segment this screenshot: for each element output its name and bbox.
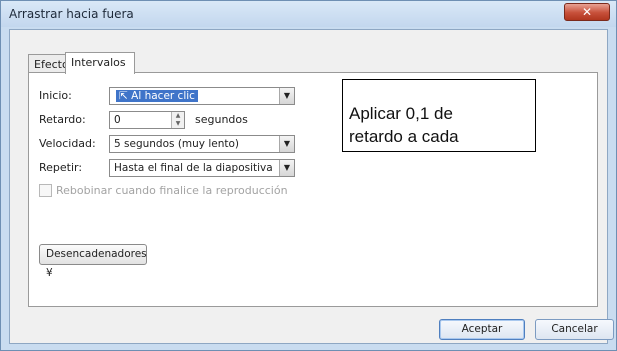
annotation-line-2: retardo a cada (349, 127, 459, 146)
tab-efecto-label: Efecto (34, 58, 69, 71)
inicio-value: ⇱ Al hacer clic (116, 90, 198, 102)
close-button[interactable]: ✕ (564, 3, 610, 21)
triggers-button[interactable]: Desencadenadores ¥ (39, 244, 147, 279)
rebobinar-label: Rebobinar cuando finalice la reproducció… (56, 184, 288, 197)
tab-efecto[interactable]: Efecto (28, 54, 69, 73)
dialog-title: Arrastrar hacia fuera (9, 7, 134, 21)
repetir-value: Hasta el final de la diapositiva (114, 162, 273, 174)
tab-intervalos-label: Intervalos (71, 56, 126, 69)
dialog-window: Arrastrar hacia fuera ✕ Efecto Intervalo… (0, 0, 617, 351)
repetir-select[interactable]: Hasta el final de la diapositiva ▼ (109, 159, 295, 177)
cancel-button[interactable]: Cancelar (535, 319, 614, 340)
chevron-down-icon[interactable]: ▼ (279, 88, 294, 104)
annotation-line-1: Aplicar 0,1 de (349, 104, 453, 123)
retardo-value: 0 (114, 114, 121, 126)
chevron-down-icon[interactable]: ▼ (279, 136, 294, 152)
velocidad-value: 5 segundos (muy lento) (114, 138, 240, 150)
title-bar[interactable]: Arrastrar hacia fuera ✕ (1, 1, 616, 27)
mouse-click-icon: ⇱ (119, 90, 132, 102)
rebobinar-checkbox[interactable] (39, 184, 52, 197)
velocidad-select[interactable]: 5 segundos (muy lento) ▼ (109, 135, 295, 153)
inicio-value-text: Al hacer clic (131, 90, 195, 102)
spinner-arrows-icon[interactable]: ▲ ▼ (171, 112, 184, 128)
retardo-label: Retardo: (39, 113, 86, 126)
chevron-down-icon[interactable]: ▼ (279, 160, 294, 176)
repetir-label: Repetir: (39, 161, 83, 174)
inicio-select[interactable]: ⇱ Al hacer clic ▼ (109, 87, 295, 105)
tab-intervalos[interactable]: Intervalos (65, 52, 135, 74)
inicio-label: Inicio: (39, 89, 72, 102)
velocidad-label: Velocidad: (39, 137, 96, 150)
retardo-unit: segundos (195, 113, 248, 126)
ok-button[interactable]: Aceptar (439, 319, 525, 340)
dialog-body: Efecto Intervalos Inicio: ⇱ Al hacer cli… (9, 29, 614, 344)
annotation-textbox: Aplicar 0,1 de retardo a cada (342, 79, 536, 152)
retardo-spinner[interactable]: 0 ▲ ▼ (109, 111, 185, 129)
